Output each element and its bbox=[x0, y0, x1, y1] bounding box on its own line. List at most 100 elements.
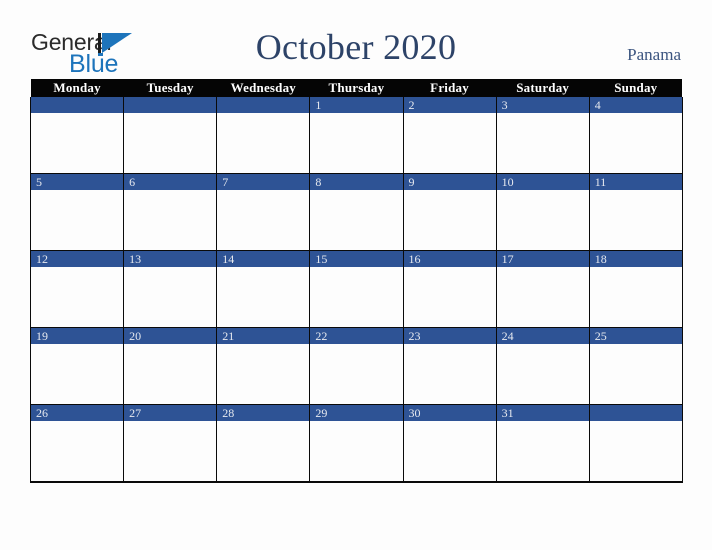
day-cell[interactable]: 5 bbox=[29, 173, 125, 251]
day-cell[interactable]: 14 bbox=[216, 250, 311, 328]
day-cell[interactable] bbox=[588, 404, 683, 483]
day-note-area[interactable] bbox=[124, 190, 217, 250]
day-note-area[interactable] bbox=[31, 344, 124, 404]
day-number: 26 bbox=[31, 405, 124, 421]
day-note-area[interactable] bbox=[310, 421, 403, 481]
day-number bbox=[589, 405, 682, 421]
day-cell[interactable]: 25 bbox=[588, 327, 683, 405]
day-cell[interactable]: 9 bbox=[402, 173, 497, 251]
weekday-header-wednesday: Wednesday bbox=[216, 79, 310, 97]
day-cell[interactable]: 13 bbox=[123, 250, 218, 328]
day-note-area[interactable] bbox=[403, 267, 496, 327]
day-note-area[interactable] bbox=[310, 190, 403, 250]
day-cell[interactable]: 2 bbox=[402, 97, 497, 174]
day-number: 21 bbox=[217, 328, 310, 344]
calendar-week-row: 5 6 7 8 9 10 11 bbox=[29, 173, 683, 251]
day-cell[interactable]: 28 bbox=[216, 404, 311, 483]
day-cell[interactable]: 21 bbox=[216, 327, 311, 405]
day-note-area[interactable] bbox=[217, 190, 310, 250]
day-note-area[interactable] bbox=[31, 113, 124, 173]
day-cell[interactable]: 18 bbox=[588, 250, 683, 328]
day-cell[interactable]: 26 bbox=[29, 404, 125, 483]
day-number: 14 bbox=[217, 251, 310, 267]
day-note-area[interactable] bbox=[217, 421, 310, 481]
day-cell[interactable] bbox=[123, 97, 218, 174]
day-cell[interactable]: 6 bbox=[123, 173, 218, 251]
day-note-area[interactable] bbox=[124, 113, 217, 173]
day-note-area[interactable] bbox=[589, 344, 682, 404]
day-number: 16 bbox=[403, 251, 496, 267]
day-cell[interactable]: 17 bbox=[495, 250, 590, 328]
day-note-area[interactable] bbox=[124, 267, 217, 327]
day-note-area[interactable] bbox=[589, 421, 682, 481]
calendar-header-row: Monday Tuesday Wednesday Thursday Friday… bbox=[30, 79, 683, 97]
day-note-area[interactable] bbox=[124, 344, 217, 404]
day-note-area[interactable] bbox=[496, 344, 589, 404]
day-note-area[interactable] bbox=[496, 190, 589, 250]
day-note-area[interactable] bbox=[496, 267, 589, 327]
day-cell[interactable] bbox=[216, 97, 311, 174]
day-note-area[interactable] bbox=[496, 421, 589, 481]
page-header: General Blue October 2020 Panama bbox=[0, 0, 712, 78]
day-number: 28 bbox=[217, 405, 310, 421]
day-cell[interactable]: 30 bbox=[402, 404, 497, 483]
day-note-area[interactable] bbox=[124, 421, 217, 481]
day-number: 20 bbox=[124, 328, 217, 344]
day-note-area[interactable] bbox=[310, 113, 403, 173]
weekday-header-saturday: Saturday bbox=[496, 79, 590, 97]
day-cell[interactable]: 16 bbox=[402, 250, 497, 328]
weekday-header-friday: Friday bbox=[403, 79, 497, 97]
day-cell[interactable]: 1 bbox=[309, 97, 404, 174]
day-cell[interactable]: 29 bbox=[309, 404, 404, 483]
day-number: 8 bbox=[310, 174, 403, 190]
day-note-area[interactable] bbox=[589, 190, 682, 250]
day-note-area[interactable] bbox=[217, 344, 310, 404]
day-number: 18 bbox=[589, 251, 682, 267]
day-cell[interactable]: 31 bbox=[495, 404, 590, 483]
calendar-container: Monday Tuesday Wednesday Thursday Friday… bbox=[29, 79, 683, 483]
day-note-area[interactable] bbox=[31, 190, 124, 250]
day-number: 24 bbox=[496, 328, 589, 344]
day-cell[interactable]: 15 bbox=[309, 250, 404, 328]
day-cell[interactable]: 27 bbox=[123, 404, 218, 483]
day-note-area[interactable] bbox=[589, 267, 682, 327]
day-note-area[interactable] bbox=[589, 113, 682, 173]
day-number bbox=[217, 97, 310, 113]
country-label: Panama bbox=[627, 45, 681, 64]
day-note-area[interactable] bbox=[31, 421, 124, 481]
calendar-table: Monday Tuesday Wednesday Thursday Friday… bbox=[29, 79, 683, 483]
day-number: 22 bbox=[310, 328, 403, 344]
day-cell[interactable]: 22 bbox=[309, 327, 404, 405]
day-number: 13 bbox=[124, 251, 217, 267]
day-note-area[interactable] bbox=[310, 267, 403, 327]
day-cell[interactable]: 3 bbox=[495, 97, 590, 174]
day-cell[interactable]: 11 bbox=[588, 173, 683, 251]
day-note-area[interactable] bbox=[310, 344, 403, 404]
day-cell[interactable]: 23 bbox=[402, 327, 497, 405]
day-cell[interactable]: 4 bbox=[588, 97, 683, 174]
day-note-area[interactable] bbox=[496, 113, 589, 173]
day-note-area[interactable] bbox=[217, 113, 310, 173]
day-note-area[interactable] bbox=[217, 267, 310, 327]
day-note-area[interactable] bbox=[403, 344, 496, 404]
day-cell[interactable]: 24 bbox=[495, 327, 590, 405]
day-cell[interactable]: 12 bbox=[29, 250, 125, 328]
day-note-area[interactable] bbox=[403, 190, 496, 250]
page-title: October 2020 bbox=[255, 27, 457, 67]
day-note-area[interactable] bbox=[403, 421, 496, 481]
day-cell[interactable]: 10 bbox=[495, 173, 590, 251]
day-number: 12 bbox=[31, 251, 124, 267]
day-cell[interactable] bbox=[29, 97, 125, 174]
day-cell[interactable]: 7 bbox=[216, 173, 311, 251]
day-number: 30 bbox=[403, 405, 496, 421]
day-number: 27 bbox=[124, 405, 217, 421]
day-cell[interactable]: 20 bbox=[123, 327, 218, 405]
calendar-week-row: 1 2 3 4 bbox=[29, 97, 683, 174]
day-cell[interactable]: 8 bbox=[309, 173, 404, 251]
day-number: 2 bbox=[403, 97, 496, 113]
day-cell[interactable]: 19 bbox=[29, 327, 125, 405]
day-number bbox=[31, 97, 124, 113]
day-number: 5 bbox=[31, 174, 124, 190]
day-note-area[interactable] bbox=[31, 267, 124, 327]
day-note-area[interactable] bbox=[403, 113, 496, 173]
